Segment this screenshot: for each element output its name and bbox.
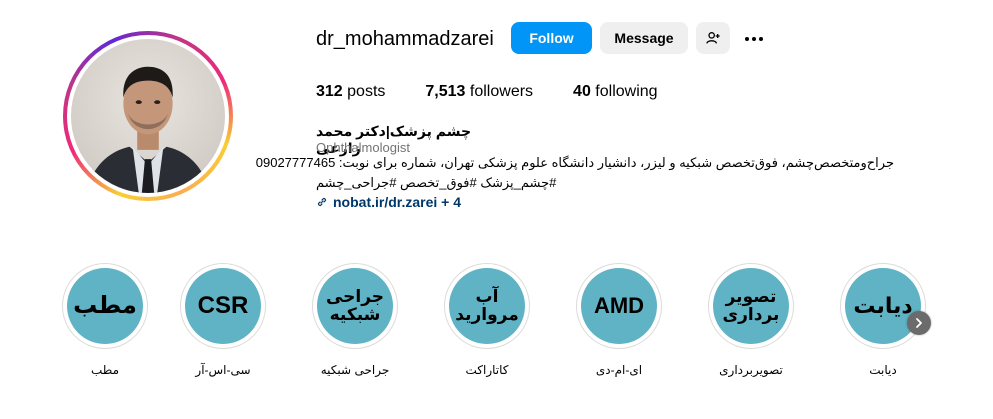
highlight-ring[interactable]: مطب xyxy=(62,263,148,349)
highlight-label: کاتاراکت xyxy=(465,363,509,377)
highlight-cover: جراحی شبکیه xyxy=(317,268,393,344)
avatar-portrait-illustration xyxy=(86,66,210,193)
link-icon xyxy=(317,197,327,207)
chevron-right-icon xyxy=(916,318,922,328)
highlight-cover: دیابت xyxy=(845,268,921,344)
profile-username: dr_mohammadzarei xyxy=(316,28,494,50)
avatar-border xyxy=(67,35,229,197)
highlight-ring[interactable]: AMD xyxy=(576,263,662,349)
follow-button[interactable]: Follow xyxy=(511,22,592,54)
person-plus-icon xyxy=(706,32,720,44)
highlight-item[interactable]: آب مروارید کاتاراکت xyxy=(442,263,532,377)
highlight-label: دیابت xyxy=(869,363,897,377)
avatar-photo xyxy=(71,39,225,193)
highlight-cover: AMD xyxy=(581,268,657,344)
profile-link[interactable]: nobat.ir/dr.zarei + 4 xyxy=(316,194,461,210)
profile-avatar[interactable] xyxy=(63,31,233,201)
highlight-item[interactable]: CSR سی-اس-آر xyxy=(178,263,268,377)
highlight-cover: مطب xyxy=(67,268,143,344)
highlight-label: ای-ام-دی xyxy=(595,363,643,377)
highlight-label: جراحی شبکیه xyxy=(320,363,390,377)
highlight-label: تصویربرداری xyxy=(719,363,783,377)
highlight-item[interactable]: مطب مطب xyxy=(60,263,150,377)
highlight-ring[interactable]: دیابت xyxy=(840,263,926,349)
highlight-item[interactable]: تصویر برداری تصویربرداری xyxy=(706,263,796,377)
profile-stats: 312 posts 7,513 followers 40 following xyxy=(316,83,698,101)
more-horizontal-icon xyxy=(745,37,749,41)
bio-line-1: جراح‌ومتخصص‌چشم، فوق‌تخصص شبکیه و لیزر، … xyxy=(255,155,894,170)
suggested-accounts-button[interactable] xyxy=(696,22,730,54)
highlight-ring[interactable]: جراحی شبکیه xyxy=(312,263,398,349)
bio-hashtags[interactable]: #چشم_پزشک #فوق_تخصص #جراحی_چشم xyxy=(316,175,890,191)
profile-link-text: nobat.ir/dr.zarei + 4 xyxy=(333,194,461,210)
stat-following[interactable]: 40 following xyxy=(573,83,658,101)
highlight-ring[interactable]: تصویر برداری xyxy=(708,263,794,349)
highlight-cover: آب مروارید xyxy=(449,268,525,344)
highlight-cover: تصویر برداری xyxy=(713,268,789,344)
more-options-button[interactable] xyxy=(740,27,768,51)
profile-category: Ophthalmologist xyxy=(316,140,410,155)
highlight-ring[interactable]: آب مروارید xyxy=(444,263,530,349)
stat-posts: 312 posts xyxy=(316,83,386,100)
stat-followers[interactable]: 7,513 followers xyxy=(425,83,533,101)
highlight-label: مطب xyxy=(90,363,120,377)
message-button[interactable]: Message xyxy=(600,22,688,54)
highlight-cover: CSR xyxy=(185,268,261,344)
highlight-ring[interactable]: CSR xyxy=(180,263,266,349)
highlight-item[interactable]: جراحی شبکیه جراحی شبکیه xyxy=(310,263,400,377)
highlight-item[interactable]: AMD ای-ام-دی xyxy=(574,263,664,377)
highlights-next-button[interactable] xyxy=(907,311,931,335)
highlight-label: سی-اس-آر xyxy=(195,363,251,377)
